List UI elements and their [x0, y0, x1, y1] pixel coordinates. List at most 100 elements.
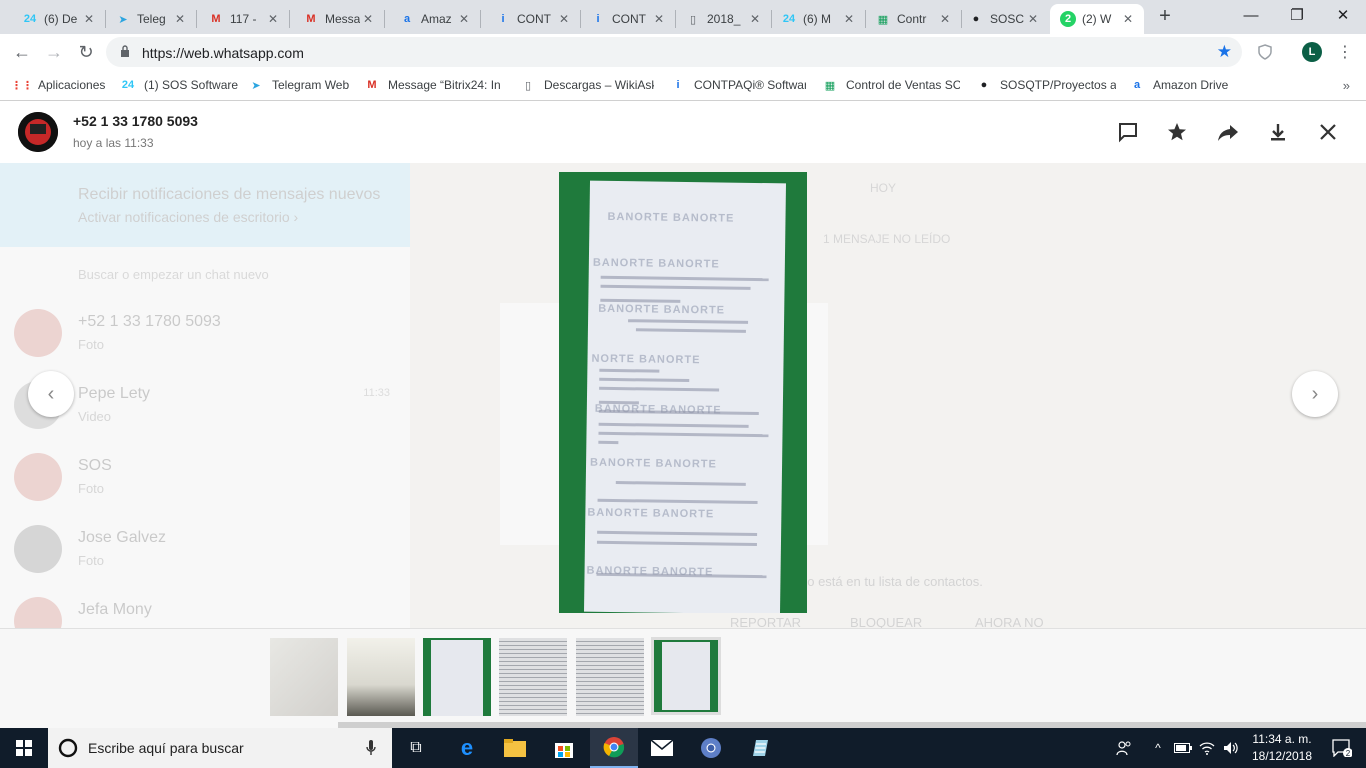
- telegram-icon: ➤: [251, 79, 261, 92]
- tab-close-icon[interactable]: ✕: [651, 11, 667, 27]
- chrome-menu-icon[interactable]: ⋮: [1334, 41, 1356, 63]
- browser-tab[interactable]: i CONT ✕: [580, 4, 675, 34]
- tab-title: 2018_: [707, 12, 741, 26]
- browser-tab[interactable]: ▦ Contr ✕: [865, 4, 961, 34]
- bookmarks-overflow-icon[interactable]: »: [1343, 78, 1350, 93]
- forward-button[interactable]: →: [42, 40, 66, 64]
- bookmark-item[interactable]: 24 (1) SOS Software: [120, 76, 238, 94]
- browser-tab[interactable]: ➤ Teleg ✕: [105, 4, 196, 34]
- bookmark-item[interactable]: ➤ Telegram Web: [248, 76, 352, 94]
- media-thumbnail[interactable]: [499, 638, 567, 716]
- tab-close-icon[interactable]: ✕: [1120, 11, 1136, 27]
- microphone-icon[interactable]: [366, 740, 376, 756]
- browser-tab[interactable]: 2 (2) W ✕: [1050, 4, 1144, 34]
- tab-close-icon[interactable]: ✕: [265, 11, 281, 27]
- contpaqi-icon: i: [676, 79, 680, 91]
- forward-icon[interactable]: [1215, 119, 1241, 145]
- browser-tab[interactable]: M Messa ✕: [293, 4, 384, 34]
- back-button[interactable]: ←: [10, 40, 34, 64]
- taskbar-search-box[interactable]: Escribe aquí para buscar: [48, 728, 392, 768]
- media-thumbnail[interactable]: [576, 638, 644, 716]
- tab-close-icon[interactable]: ✕: [841, 11, 857, 27]
- bookmark-item[interactable]: i CONTPAQi® Softwar: [670, 76, 806, 94]
- restore-button[interactable]: ❐: [1274, 0, 1320, 30]
- windows-start-icon[interactable]: [0, 728, 48, 768]
- bookmark-star-icon[interactable]: ★: [1217, 42, 1232, 62]
- store-icon[interactable]: [540, 728, 588, 768]
- bookmark-item[interactable]: a Amazon Drive: [1129, 76, 1233, 94]
- go-to-message-icon[interactable]: [1115, 119, 1141, 145]
- tab-separator: [384, 10, 385, 28]
- chat-list-item[interactable]: SOS Foto: [0, 443, 410, 515]
- chrome-taskbar-icon[interactable]: [590, 728, 638, 768]
- url-text: https://web.whatsapp.com: [142, 45, 304, 61]
- media-thumbnail-selected[interactable]: [651, 637, 721, 715]
- taskbar-clock[interactable]: 11:34 a. m. 18/12/2018: [1244, 731, 1320, 765]
- bookmark-label: Amazon Drive: [1153, 78, 1229, 92]
- tab-title: CONT: [612, 12, 646, 26]
- tab-close-icon[interactable]: ✕: [360, 11, 376, 27]
- action-center-icon[interactable]: 2: [1322, 728, 1362, 768]
- minimize-button[interactable]: —: [1228, 0, 1274, 30]
- browser-tab[interactable]: 24 (6) M ✕: [771, 4, 865, 34]
- previous-media-button[interactable]: ‹: [28, 371, 74, 417]
- show-hidden-icons-icon[interactable]: ^: [1148, 728, 1168, 768]
- chat-search-placeholder: Buscar o empezar un chat nuevo: [78, 267, 269, 282]
- tab-close-icon[interactable]: ✕: [81, 11, 97, 27]
- chrome-beta-icon[interactable]: [687, 728, 735, 768]
- close-icon[interactable]: [1315, 119, 1341, 145]
- address-bar[interactable]: https://web.whatsapp.com ★: [106, 37, 1242, 67]
- tab-close-icon[interactable]: ✕: [937, 11, 953, 27]
- browser-tab[interactable]: i CONT ✕: [485, 4, 580, 34]
- tab-close-icon[interactable]: ✕: [1025, 11, 1041, 27]
- telegram-icon: ➤: [118, 13, 128, 26]
- volume-icon[interactable]: [1220, 728, 1242, 768]
- browser-tab[interactable]: 24 (6) De ✕: [12, 4, 105, 34]
- mail-icon[interactable]: [638, 728, 686, 768]
- people-icon[interactable]: [1112, 728, 1136, 768]
- wifi-icon[interactable]: [1196, 728, 1218, 768]
- next-media-button[interactable]: ›: [1292, 371, 1338, 417]
- task-view-icon[interactable]: ⧉: [392, 728, 440, 768]
- media-timestamp: hoy a las 11:33: [73, 136, 154, 150]
- notification-link[interactable]: Activar notificaciones de escritorio ›: [78, 209, 298, 225]
- tab-separator: [480, 10, 481, 28]
- chat-list-item[interactable]: +52 1 33 1780 5093 Foto: [0, 299, 410, 371]
- chat-last-message: Foto: [78, 553, 105, 568]
- tab-title: (6) M: [803, 12, 831, 26]
- edge-icon[interactable]: e: [443, 728, 491, 768]
- contpaqi-icon: i: [596, 13, 600, 25]
- browser-tab[interactable]: M 117 - ✕: [198, 4, 289, 34]
- profile-avatar[interactable]: L: [1302, 42, 1322, 62]
- download-icon[interactable]: [1265, 119, 1291, 145]
- not-in-contacts-notice: no está en tu lista de contactos.: [800, 574, 983, 589]
- media-thumbnail[interactable]: [423, 638, 491, 716]
- tab-close-icon[interactable]: ✕: [172, 11, 188, 27]
- file-explorer-icon[interactable]: [491, 728, 539, 768]
- close-window-button[interactable]: ✕: [1320, 0, 1366, 30]
- shield-extension-icon[interactable]: [1254, 41, 1276, 63]
- browser-tab[interactable]: ● SOSC ✕: [958, 4, 1049, 34]
- tab-title: Teleg: [137, 12, 166, 26]
- star-icon[interactable]: [1164, 119, 1190, 145]
- bookmark-item[interactable]: ⋮⋮ Aplicaciones: [14, 76, 114, 94]
- app-notepad-icon[interactable]: [736, 728, 784, 768]
- tab-close-icon[interactable]: ✕: [456, 11, 472, 27]
- github-icon: ●: [980, 79, 988, 91]
- reload-button[interactable]: ↻: [74, 40, 98, 64]
- bookmark-item[interactable]: ● SOSQTP/Proyectos at: [976, 76, 1116, 94]
- tab-close-icon[interactable]: ✕: [556, 11, 572, 27]
- tab-separator: [196, 10, 197, 28]
- bookmark-item[interactable]: ▯ Descargas – WikiAsk: [520, 76, 654, 94]
- tab-close-icon[interactable]: ✕: [747, 11, 763, 27]
- bookmark-item[interactable]: M Message “Bitrix24: In: [364, 76, 504, 94]
- bookmark-item[interactable]: ▦ Control de Ventas SC: [822, 76, 960, 94]
- new-tab-button[interactable]: +: [1155, 6, 1175, 26]
- media-thumbnail[interactable]: [270, 638, 338, 716]
- browser-tab[interactable]: ▯ 2018_ ✕: [675, 4, 771, 34]
- chat-list-item[interactable]: Jose Galvez Foto: [0, 515, 410, 587]
- battery-icon[interactable]: [1172, 728, 1194, 768]
- bookmark-label: Telegram Web: [272, 78, 350, 92]
- media-thumbnail[interactable]: [347, 638, 415, 716]
- browser-tab[interactable]: a Amaz ✕: [389, 4, 480, 34]
